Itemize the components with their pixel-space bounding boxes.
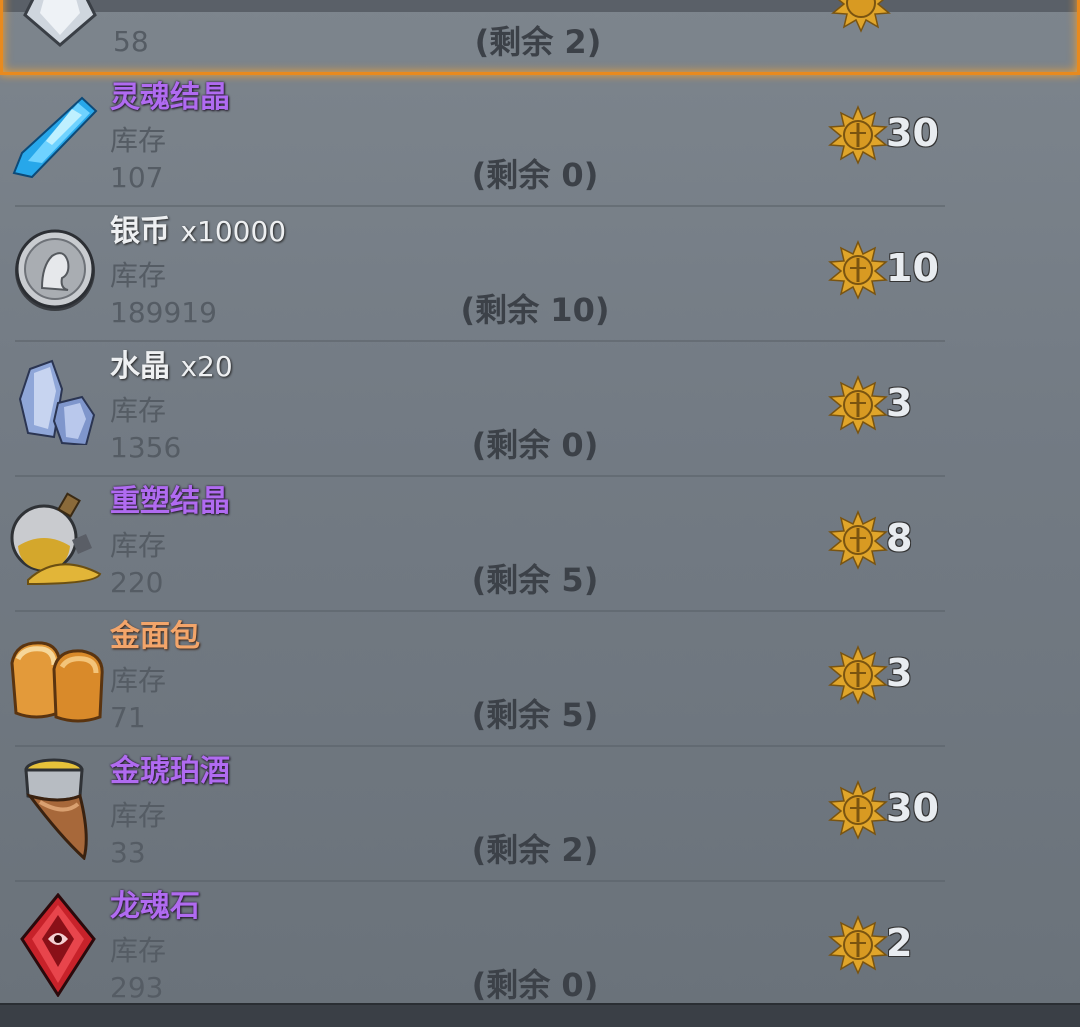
price[interactable]: 10	[828, 240, 978, 300]
stock-value: 220	[110, 566, 164, 599]
shop-item-row[interactable]: 银币 x10000 库存 189919 (剩余 10) 10	[0, 210, 1080, 345]
remaining-count: (剩余 5)	[471, 561, 599, 599]
sun-medal-icon	[828, 105, 888, 165]
stock-label: 库存	[110, 394, 167, 427]
price[interactable]: 8	[828, 510, 978, 570]
stock-value: 33	[110, 836, 146, 869]
price-value: 30	[886, 111, 939, 155]
row-divider	[15, 340, 945, 342]
sun-medal-icon	[831, 0, 891, 33]
stock-label: 库存	[110, 664, 167, 697]
dragon-soul-stone-icon	[20, 893, 96, 997]
price-value: 3	[886, 381, 913, 425]
stock-label: 库存	[110, 934, 167, 967]
price[interactable]: 30	[828, 780, 978, 840]
price-value: 2	[886, 921, 913, 965]
shop-item-row[interactable]: 金琥珀酒 库存 33 (剩余 2) 30	[0, 750, 1080, 885]
item-name: 灵魂结晶	[110, 80, 230, 115]
crystal-cluster-icon	[18, 359, 96, 445]
remaining-count: (剩余 2)	[474, 23, 602, 61]
stock-value: 1356	[110, 431, 182, 464]
price[interactable]: 3	[828, 645, 978, 705]
list-bottom-bar	[0, 1003, 1080, 1027]
stock-value: 107	[110, 161, 164, 194]
shop-item-row[interactable]: 水晶 x20 库存 1356 (剩余 0) 3	[0, 345, 1080, 480]
row-divider	[15, 205, 945, 207]
price-value: 3	[886, 651, 913, 695]
item-quantity: x20	[180, 350, 233, 383]
shop-item-row-selected[interactable]: 58 (剩余 2)	[0, 0, 1080, 75]
sun-medal-icon	[828, 240, 888, 300]
sun-medal-icon	[828, 510, 888, 570]
remaining-count: (剩余 0)	[471, 426, 599, 464]
item-name: 金琥珀酒	[110, 754, 230, 789]
shop-item-row[interactable]: 灵魂结晶 库存 107 (剩余 0) 30	[0, 75, 1080, 210]
row-divider	[15, 475, 945, 477]
price-value: 8	[886, 516, 913, 560]
item-name: 重塑结晶	[110, 484, 230, 519]
gem-icon	[23, 0, 97, 47]
shop-item-row[interactable]: 金面包 库存 71 (剩余 5) 3	[0, 615, 1080, 750]
remaining-count: (剩余 0)	[471, 966, 599, 1004]
price[interactable]: 3	[828, 375, 978, 435]
row-divider	[15, 610, 945, 612]
row-divider	[15, 880, 945, 882]
stock-value: 58	[113, 25, 149, 58]
stock-label: 库存	[110, 529, 167, 562]
item-quantity: x10000	[180, 215, 287, 248]
sun-medal-icon	[828, 375, 888, 435]
remaining-count: (剩余 0)	[471, 156, 599, 194]
stock-value: 293	[110, 971, 164, 1004]
amber-mead-horn-icon	[24, 758, 88, 860]
stock-value: 71	[110, 701, 146, 734]
shop-item-row[interactable]: 龙魂石 库存 293 (剩余 0) 2	[0, 885, 1080, 1020]
price[interactable]: 2	[828, 915, 978, 975]
price-value: 10	[886, 246, 939, 290]
price[interactable]: 30	[828, 105, 978, 165]
soul-crystal-icon	[12, 96, 98, 179]
sun-medal-icon	[828, 645, 888, 705]
silver-coin-icon	[15, 229, 95, 311]
item-name: 金面包	[110, 619, 200, 654]
stock-label: 库存	[110, 124, 167, 157]
reforge-crystal-icon	[10, 492, 102, 586]
remaining-count: (剩余 2)	[471, 831, 599, 869]
remaining-count: (剩余 5)	[471, 696, 599, 734]
price-value: 30	[886, 786, 939, 830]
sun-medal-icon	[828, 780, 888, 840]
item-name: 银币	[110, 214, 170, 249]
row-divider	[15, 745, 945, 747]
stock-label: 库存	[110, 259, 167, 292]
item-name: 龙魂石	[110, 889, 200, 924]
golden-bread-icon	[10, 641, 104, 723]
stock-label: 库存	[110, 799, 167, 832]
shop-item-row[interactable]: 重塑结晶 库存 220 (剩余 5) 8	[0, 480, 1080, 615]
stock-value: 189919	[110, 296, 217, 329]
remaining-count: (剩余 10)	[460, 291, 610, 329]
sun-medal-icon	[828, 915, 888, 975]
shop-item-list: 58 (剩余 2) 灵魂结晶 库存 107 (剩余 0) 30 银币 x1000…	[0, 0, 1080, 1027]
item-name: 水晶	[110, 349, 170, 384]
